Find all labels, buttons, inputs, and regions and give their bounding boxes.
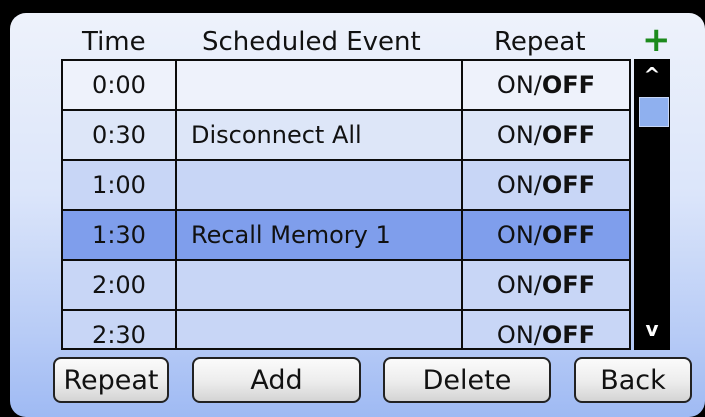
repeat-off-label: OFF: [541, 221, 596, 249]
delete-button[interactable]: Delete: [383, 357, 551, 403]
time-cell: 1:00: [63, 161, 175, 209]
repeat-off-label: OFF: [541, 271, 596, 299]
column-header-time: Time: [82, 27, 146, 57]
repeat-on-label: ON/: [496, 71, 542, 99]
add-button[interactable]: Add: [192, 357, 361, 403]
table-row[interactable]: 1:00 ON/OFF: [63, 161, 629, 209]
repeat-on-label: ON/: [496, 171, 542, 199]
repeat-off-label: OFF: [541, 71, 596, 99]
back-button[interactable]: Back: [574, 357, 692, 403]
event-cell[interactable]: Disconnect All: [177, 111, 461, 159]
event-cell[interactable]: [177, 311, 461, 348]
time-cell: 1:30: [63, 211, 175, 259]
table-row[interactable]: 2:30 ON/OFF: [63, 311, 629, 349]
event-cell[interactable]: [177, 161, 461, 209]
repeat-on-label: ON/: [496, 321, 542, 349]
repeat-toggle[interactable]: ON/OFF: [463, 161, 629, 209]
column-header-event: Scheduled Event: [202, 27, 421, 57]
repeat-toggle[interactable]: ON/OFF: [463, 211, 629, 259]
event-cell[interactable]: [177, 61, 461, 109]
table-row[interactable]: 0:30 Disconnect All ON/OFF: [63, 111, 629, 159]
repeat-toggle[interactable]: ON/OFF: [463, 261, 629, 309]
repeat-on-label: ON/: [496, 221, 542, 249]
plus-icon[interactable]: +: [642, 23, 671, 57]
repeat-off-label: OFF: [541, 321, 596, 349]
table-row-selected[interactable]: 1:30 Recall Memory 1 ON/OFF: [63, 211, 629, 259]
scroll-thumb[interactable]: [639, 97, 669, 127]
column-header-repeat: Repeat: [494, 27, 586, 57]
repeat-on-label: ON/: [496, 271, 542, 299]
repeat-toggle[interactable]: ON/OFF: [463, 61, 629, 109]
time-cell: 2:00: [63, 261, 175, 309]
table-row[interactable]: 0:00 ON/OFF: [63, 61, 629, 109]
schedule-panel: Time Scheduled Event Repeat + 0:00 ON/OF…: [10, 13, 705, 417]
repeat-button[interactable]: Repeat: [53, 357, 169, 403]
time-cell: 2:30: [63, 311, 175, 348]
repeat-toggle[interactable]: ON/OFF: [463, 311, 629, 349]
scrollbar[interactable]: ^ v: [634, 59, 670, 350]
scroll-up-icon[interactable]: ^: [634, 63, 670, 87]
time-cell: 0:00: [63, 61, 175, 109]
repeat-off-label: OFF: [541, 171, 596, 199]
schedule-table: 0:00 ON/OFF 0:30 Disconnect All ON/OFF 1…: [61, 59, 631, 350]
repeat-off-label: OFF: [541, 121, 596, 149]
event-cell[interactable]: [177, 261, 461, 309]
repeat-on-label: ON/: [496, 121, 542, 149]
table-row[interactable]: 2:00 ON/OFF: [63, 261, 629, 309]
scroll-down-icon[interactable]: v: [634, 317, 670, 341]
time-cell: 0:30: [63, 111, 175, 159]
event-cell[interactable]: Recall Memory 1: [177, 211, 461, 259]
repeat-toggle[interactable]: ON/OFF: [463, 111, 629, 159]
